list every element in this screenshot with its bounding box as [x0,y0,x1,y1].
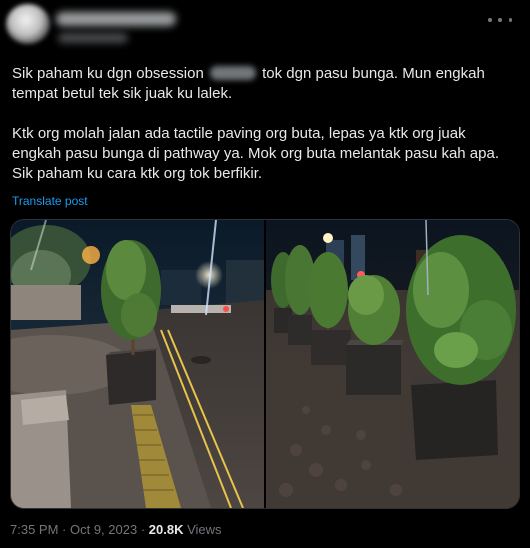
username-redacted[interactable] [58,33,128,43]
views-label: Views [183,522,222,537]
views-count: 20.8K [148,522,184,537]
redacted-word [209,66,256,80]
tweet-text-part-1: Sik paham ku dgn obsession [12,65,208,82]
photo-street-planter-image [11,220,264,508]
photo-street-planter[interactable] [11,220,266,508]
tweet-time[interactable]: 7:35 PM [10,522,58,537]
tweet-text-part-2: tok dgn pasu bunga. Mun engkah tempat be… [12,65,499,182]
photo-planter-row-image [266,220,519,508]
photo-planter-row[interactable] [266,220,519,508]
separator: · [137,522,149,537]
dot [498,18,502,22]
separator: · [58,522,70,537]
dot [508,18,512,22]
translate-post-link[interactable]: Translate post [12,194,88,208]
tweet-header [0,0,530,56]
tweet-date[interactable]: Oct 9, 2023 [70,522,137,537]
display-name-redacted[interactable] [56,12,176,26]
dot [488,18,492,22]
tweet-meta: 7:35 PM · Oct 9, 2023 · 20.8K Views [10,522,222,537]
media-grid [10,219,520,509]
more-options-icon[interactable] [488,12,512,28]
avatar[interactable] [6,4,50,44]
tweet-text: Sik paham ku dgn obsession tok dgn pasu … [12,64,522,184]
